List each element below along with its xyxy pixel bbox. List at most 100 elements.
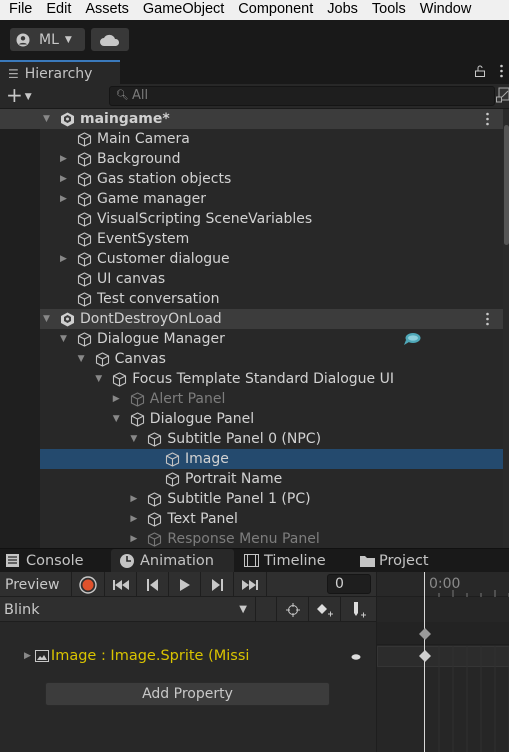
first-keyframe-button[interactable] (105, 572, 137, 597)
hierarchy-item[interactable]: ▶ Gas station objects (0, 169, 503, 189)
tree-gutter (0, 129, 40, 549)
plus-icon: + (6, 83, 23, 107)
collapsed-arrow-icon[interactable]: ▶ (60, 149, 67, 169)
more-options-icon[interactable] (500, 64, 503, 78)
menu-item-tools[interactable]: Tools (363, 0, 406, 20)
hierarchy-item[interactable]: ▶ Response Menu Panel (0, 529, 503, 549)
add-button[interactable]: + ▼ (6, 85, 32, 107)
menu-item-window[interactable]: Window (411, 0, 472, 20)
scrollbar-thumb[interactable] (504, 125, 509, 245)
menu-item-edit[interactable]: Edit (37, 0, 71, 20)
tab-animation[interactable]: Animation (111, 549, 234, 572)
property-row[interactable]: ▶ Image : Image.Sprite (Missi (24, 646, 249, 666)
playhead[interactable] (424, 572, 425, 752)
time-ruler[interactable]: 0:00 (377, 572, 509, 597)
next-keyframe-button[interactable] (201, 572, 234, 597)
collapsed-arrow-icon[interactable]: ▶ (130, 529, 137, 549)
lock-icon[interactable] (475, 65, 485, 77)
add-event-button[interactable] (341, 597, 376, 622)
dopesheet-timeline[interactable]: 0:00 (376, 572, 509, 752)
collapsed-arrow-icon[interactable]: ▶ (60, 189, 67, 209)
hierarchy-item[interactable]: ▼ Dialogue Manager (0, 329, 503, 349)
hierarchy-item[interactable]: Test conversation (0, 289, 503, 309)
hierarchy-item[interactable]: ▶ Customer dialogue (0, 249, 503, 269)
add-property-label: Add Property (142, 686, 233, 702)
scene-picker-icon[interactable] (496, 87, 509, 105)
collapsed-arrow-icon[interactable]: ▶ (113, 389, 120, 409)
expanded-arrow-icon[interactable]: ▼ (78, 349, 85, 369)
record-button[interactable] (72, 572, 105, 597)
collapsed-arrow-icon[interactable]: ▶ (130, 509, 137, 529)
hierarchy-tree: ▼ maingame* Main Camera ▶ Background ▶ Gas sta… (0, 109, 503, 549)
more-options-icon[interactable] (486, 112, 489, 126)
step-forward-icon (211, 578, 223, 591)
item-label: EventSystem (97, 231, 190, 247)
expand-arrow-icon[interactable]: ▶ (24, 651, 31, 661)
hierarchy-item[interactable]: ▼ Subtitle Panel 0 (NPC) (0, 429, 503, 449)
unity-scene-icon (60, 312, 75, 327)
tab-timeline[interactable]: Timeline (244, 549, 326, 572)
gameobject-cube-icon (130, 392, 145, 407)
hierarchy-item[interactable]: VisualScripting SceneVariables (0, 209, 503, 229)
ruler-ticks (438, 590, 509, 597)
hierarchy-item[interactable]: EventSystem (0, 229, 503, 249)
tab-console[interactable]: Console (6, 549, 84, 572)
hierarchy-item[interactable]: ▶ Game manager (0, 189, 503, 209)
expanded-arrow-icon[interactable]: ▼ (113, 409, 120, 429)
more-options-icon[interactable] (486, 312, 489, 326)
hierarchy-item[interactable]: Portrait Name (0, 469, 503, 489)
hierarchy-item[interactable]: ▶ Subtitle Panel 1 (PC) (0, 489, 503, 509)
frame-input[interactable]: 0 (327, 574, 371, 594)
add-event-icon (353, 601, 366, 617)
collapsed-arrow-icon[interactable]: ▶ (60, 249, 67, 269)
film-icon (244, 554, 259, 567)
clip-name: Blink (4, 601, 40, 618)
add-keyframe-button[interactable] (309, 597, 341, 622)
hierarchy-item[interactable]: ▼ Focus Template Standard Dialogue UI (0, 369, 503, 389)
tab-hierarchy[interactable]: ☰ Hierarchy (0, 60, 120, 85)
menu-item-jobs[interactable]: Jobs (318, 0, 358, 20)
item-label: Response Menu Panel (167, 531, 320, 547)
hierarchy-search-input[interactable]: 🔍︎ All (109, 86, 495, 106)
hierarchy-item[interactable]: ▼ Dialogue Panel (0, 409, 503, 429)
expanded-arrow-icon[interactable]: ▼ (95, 369, 102, 389)
expanded-arrow-icon[interactable]: ▼ (130, 429, 137, 449)
tab-label: Project (379, 552, 429, 569)
hierarchy-item[interactable]: Main Camera (0, 129, 503, 149)
expanded-arrow-icon[interactable]: ▼ (43, 309, 50, 329)
tab-label: Timeline (264, 552, 326, 569)
clip-dropdown[interactable]: Blink ▼ (0, 597, 256, 622)
property-label: Image : Image.Sprite (Missi (50, 648, 250, 664)
item-label: Alert Panel (149, 391, 226, 407)
play-button[interactable] (169, 572, 201, 597)
menu-item-gameobject[interactable]: GameObject (134, 0, 224, 20)
expanded-arrow-icon[interactable]: ▼ (60, 329, 67, 349)
hierarchy-item[interactable]: UI canvas (0, 269, 503, 289)
collapsed-arrow-icon[interactable]: ▶ (130, 489, 137, 509)
hierarchy-item[interactable]: ▼ Canvas (0, 349, 503, 369)
cloud-button[interactable] (91, 28, 129, 51)
account-button[interactable]: ML ▼ (10, 28, 85, 51)
expanded-arrow-icon[interactable]: ▼ (43, 109, 50, 129)
collapsed-arrow-icon[interactable]: ▶ (60, 169, 67, 189)
scene-header[interactable]: ▼ DontDestroyOnLoad (0, 309, 503, 329)
menu-item-file[interactable]: File (0, 0, 32, 20)
filter-by-selection-button[interactable] (277, 597, 309, 622)
hierarchy-item[interactable]: ▶ Background (0, 149, 503, 169)
hierarchy-item[interactable]: ▶ Text Panel (0, 509, 503, 529)
add-property-button[interactable]: Add Property (45, 682, 330, 706)
hierarchy-item[interactable]: ▶ Alert Panel (0, 389, 503, 409)
tab-project[interactable]: Project (360, 549, 429, 572)
scene-header[interactable]: ▼ maingame* (0, 109, 503, 129)
tab-label: Console (26, 552, 84, 569)
menu-item-component[interactable]: Component (229, 0, 313, 20)
menu-item-assets[interactable]: Assets (76, 0, 129, 20)
property-keyframe[interactable] (419, 650, 431, 662)
preview-button[interactable]: Preview (0, 572, 72, 597)
hierarchy-item[interactable]: Image (0, 449, 503, 469)
gameobject-cube-icon (77, 172, 92, 187)
item-label: Canvas (114, 351, 166, 367)
last-keyframe-button[interactable] (234, 572, 267, 597)
summary-keyframe[interactable] (419, 628, 431, 640)
previous-keyframe-button[interactable] (137, 572, 169, 597)
